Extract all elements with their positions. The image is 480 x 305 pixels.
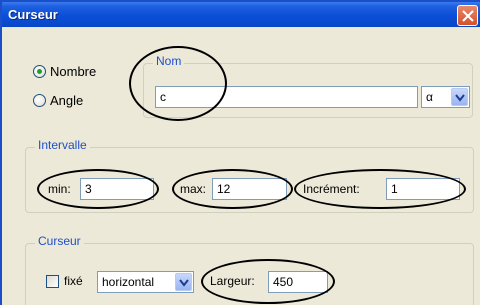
min-label: min: <box>48 182 71 196</box>
chevron-down-icon[interactable] <box>451 88 468 106</box>
min-input[interactable]: 3 <box>80 178 154 200</box>
intervalle-legend: Intervalle <box>35 138 90 152</box>
radio-nombre-indicator[interactable] <box>33 65 46 78</box>
increment-label: Incrément: <box>303 182 360 196</box>
close-icon <box>462 10 474 22</box>
fixe-label: fixé <box>64 274 83 288</box>
radio-angle[interactable]: Angle <box>33 93 83 108</box>
radio-nombre-label: Nombre <box>50 64 97 79</box>
chevron-down-icon[interactable] <box>175 273 192 291</box>
largeur-input[interactable]: 450 <box>268 271 328 293</box>
name-input[interactable]: c <box>155 86 418 108</box>
symbol-value: α <box>426 90 433 104</box>
max-label: max: <box>180 182 207 196</box>
dialog-body: Nombre Angle Nom c α Intervalle min: 3 m… <box>2 27 480 305</box>
curseur-legend: Curseur <box>35 234 84 248</box>
window-title: Curseur <box>8 7 58 22</box>
radio-angle-label: Angle <box>50 93 84 108</box>
radio-nombre[interactable]: Nombre <box>33 64 96 79</box>
radio-angle-indicator[interactable] <box>33 94 46 107</box>
close-button[interactable] <box>457 5 478 26</box>
orientation-value: horizontal <box>102 275 155 289</box>
increment-input[interactable]: 1 <box>386 178 460 200</box>
slider-dialog: Curseur Nombre Angle Nom c α Intervalle … <box>0 0 480 305</box>
nom-legend: Nom <box>153 54 185 68</box>
title-bar[interactable]: Curseur <box>2 2 480 27</box>
symbol-dropdown[interactable]: α <box>421 86 470 108</box>
orientation-dropdown[interactable]: horizontal <box>97 271 194 293</box>
max-input[interactable]: 12 <box>212 178 287 200</box>
fixe-checkbox[interactable] <box>46 275 59 288</box>
largeur-label: Largeur: <box>210 274 255 288</box>
